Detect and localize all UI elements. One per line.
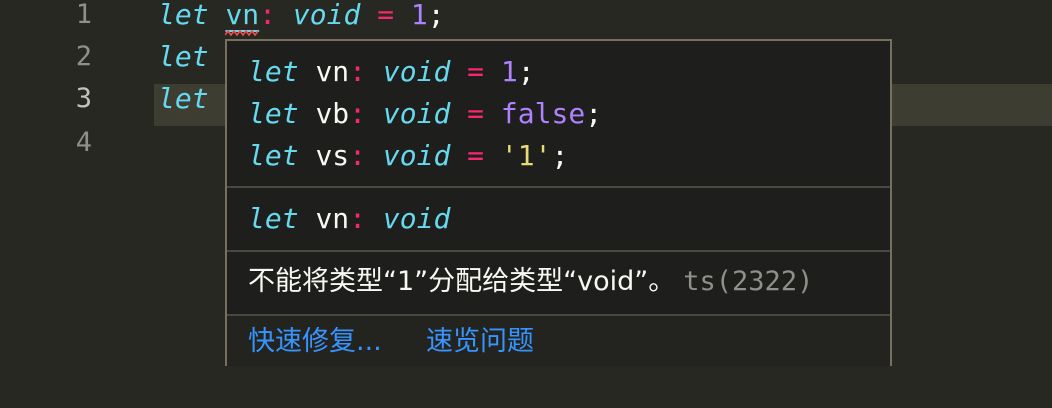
error-variable[interactable]: vn (225, 0, 259, 31)
semicolon-token: ; (585, 97, 603, 130)
type-token: void (292, 0, 361, 31)
hover-error-message: 不能将类型“1”分配给类型“void”。 ts(2322) (227, 250, 890, 314)
type-token: void (382, 139, 451, 172)
identifier: vs (315, 139, 350, 172)
error-squiggle-icon (225, 29, 259, 37)
string-literal: '1' (500, 139, 552, 172)
equals-token: = (467, 97, 485, 130)
error-code: ts(2322) (683, 266, 814, 297)
signature-line: let vb: void = false; (248, 93, 602, 135)
signature-line: let vn: void = 1; (248, 51, 535, 93)
keyword: let (158, 82, 209, 115)
keyword: let (248, 97, 299, 130)
colon-token: : (259, 0, 277, 31)
colon-token: : (349, 97, 367, 130)
type-token: void (382, 97, 451, 130)
keyword: let (158, 40, 209, 73)
error-text: 不能将类型“1”分配给类型“void”。 (248, 266, 676, 297)
colon-token: : (349, 55, 367, 88)
line-code[interactable]: let (158, 84, 209, 114)
hover-signatures: let vn: void = 1; let vb: void = false; … (227, 41, 890, 186)
line-code[interactable]: let (158, 42, 209, 72)
editor-line-1[interactable]: 1 let vn: void = 1; (0, 0, 1052, 42)
equals-token: = (467, 55, 485, 88)
number-literal: 1 (410, 0, 428, 31)
error-message: 不能将类型“1”分配给类型“void”。 ts(2322) (248, 264, 813, 300)
peek-problem-link[interactable]: 速览问题 (426, 324, 534, 360)
identifier: vn (315, 202, 350, 235)
hover-actions: 快速修复... 速览问题 (227, 314, 890, 366)
keyword: let (248, 55, 299, 88)
line-number: 4 (75, 127, 92, 158)
colon-token: : (349, 202, 367, 235)
signature-line: let vs: void = '1'; (248, 135, 568, 177)
boolean-literal: false (500, 97, 586, 130)
semicolon-token: ; (517, 55, 535, 88)
hover-widget: let vn: void = 1; let vb: void = false; … (225, 39, 892, 366)
colon-token: : (349, 139, 367, 172)
type-info-line: let vn: void (248, 198, 450, 240)
keyword: let (248, 202, 299, 235)
line-code[interactable]: let vn: void = 1; (158, 0, 445, 30)
semicolon-token: ; (427, 0, 445, 31)
identifier: vn (315, 55, 350, 88)
keyword: let (248, 139, 299, 172)
keyword: let (158, 0, 209, 31)
line-number: 3 (75, 83, 92, 114)
semicolon-token: ; (551, 139, 569, 172)
quick-fix-link[interactable]: 快速修复... (248, 324, 382, 360)
line-number: 2 (75, 41, 92, 72)
type-token: void (382, 202, 451, 235)
code-editor[interactable]: 1 let vn: void = 1; 2 let 3 let 4 let vn… (0, 0, 1052, 408)
equals-token: = (377, 0, 395, 31)
equals-token: = (467, 139, 485, 172)
line-number: 1 (75, 0, 92, 30)
type-token: void (382, 55, 451, 88)
hover-type-info: let vn: void (227, 186, 890, 250)
number-literal: 1 (500, 55, 518, 88)
identifier: vb (315, 97, 350, 130)
